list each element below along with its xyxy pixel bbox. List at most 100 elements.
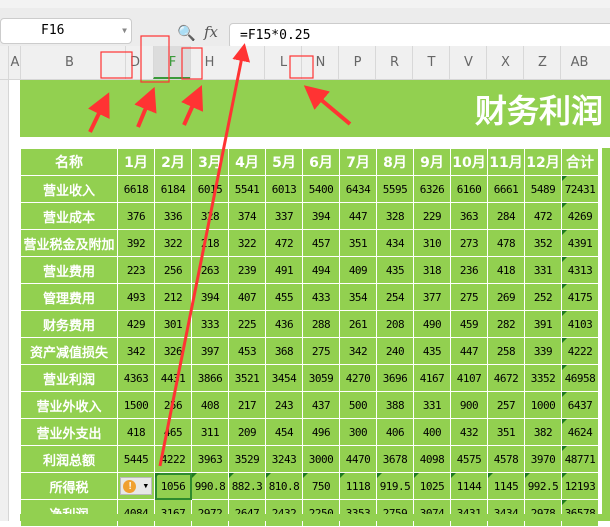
column-header-V[interactable]: V: [449, 46, 487, 79]
column-header[interactable]: 10月: [450, 148, 488, 176]
zoom-search-icon[interactable]: 🔍: [177, 24, 196, 42]
cell[interactable]: 3000: [302, 445, 340, 473]
cell[interactable]: 397: [191, 337, 229, 365]
cell[interactable]: 368: [265, 337, 303, 365]
cell[interactable]: 3167: [154, 499, 192, 527]
column-header[interactable]: 8月: [376, 148, 414, 176]
cell[interactable]: 284: [487, 202, 525, 230]
cell[interactable]: 336: [154, 202, 192, 230]
cell[interactable]: 3970: [524, 445, 562, 473]
cell[interactable]: 1000: [524, 391, 562, 419]
cell[interactable]: 5595: [376, 175, 414, 203]
cell[interactable]: 217: [228, 391, 266, 419]
cell[interactable]: 254: [376, 283, 414, 311]
cell[interactable]: 418: [487, 256, 525, 284]
name-box[interactable]: F16 ▼: [0, 18, 132, 44]
cell[interactable]: 453: [228, 337, 266, 365]
cell[interactable]: 252: [524, 283, 562, 311]
cell[interactable]: 437: [302, 391, 340, 419]
cell[interactable]: 351: [339, 229, 377, 257]
cell[interactable]: 258: [487, 337, 525, 365]
cell[interactable]: 433: [302, 283, 340, 311]
cell[interactable]: 4363: [117, 364, 155, 392]
row-label[interactable]: 营业外支出: [20, 418, 118, 446]
cell[interactable]: 275: [450, 283, 488, 311]
column-header-F[interactable]: F: [153, 46, 191, 79]
cell[interactable]: 225: [228, 310, 266, 338]
row-label[interactable]: 营业税金及附加: [20, 229, 118, 257]
column-header[interactable]: 11月: [487, 148, 525, 176]
cell[interactable]: 478: [487, 229, 525, 257]
column-header[interactable]: 3月: [191, 148, 229, 176]
column-header[interactable]: 1月: [117, 148, 155, 176]
cell[interactable]: 500: [339, 391, 377, 419]
cell[interactable]: 301: [154, 310, 192, 338]
cell[interactable]: 300: [339, 418, 377, 446]
cell[interactable]: 3678: [376, 445, 414, 473]
cell[interactable]: 1118: [339, 472, 377, 500]
cell[interactable]: 4578: [487, 445, 525, 473]
cell[interactable]: 4624: [561, 418, 599, 446]
active-cell[interactable]: 1056: [154, 472, 192, 500]
column-header-R[interactable]: R: [375, 46, 413, 79]
cell[interactable]: 3454: [265, 364, 303, 392]
cell[interactable]: 322: [154, 229, 192, 257]
cell[interactable]: 3529: [228, 445, 266, 473]
cell[interactable]: 376: [117, 202, 155, 230]
cell[interactable]: 331: [413, 391, 451, 419]
cell[interactable]: 257: [487, 391, 525, 419]
column-header-L[interactable]: L: [264, 46, 302, 79]
cell[interactable]: 2432: [265, 499, 303, 527]
cell[interactable]: 394: [191, 283, 229, 311]
cell[interactable]: 4222: [154, 445, 192, 473]
cell[interactable]: 919.5: [376, 472, 414, 500]
column-header[interactable]: 名称: [20, 148, 118, 176]
cell[interactable]: 4431: [154, 364, 192, 392]
cell[interactable]: 322: [228, 229, 266, 257]
cell[interactable]: 394: [302, 202, 340, 230]
row-label[interactable]: 净利润: [20, 499, 118, 527]
cell[interactable]: 326: [154, 337, 192, 365]
cell[interactable]: 240: [376, 337, 414, 365]
cell[interactable]: 900: [450, 391, 488, 419]
row-label[interactable]: 营业外收入: [20, 391, 118, 419]
column-header-P[interactable]: P: [338, 46, 376, 79]
cell[interactable]: 269: [487, 283, 525, 311]
cell[interactable]: 282: [487, 310, 525, 338]
cell[interactable]: 261: [339, 310, 377, 338]
cell[interactable]: 4222: [561, 337, 599, 365]
cell[interactable]: 432: [450, 418, 488, 446]
row-label[interactable]: 营业收入: [20, 175, 118, 203]
column-header-T[interactable]: T: [412, 46, 450, 79]
cell[interactable]: 6434: [339, 175, 377, 203]
cell[interactable]: 494: [302, 256, 340, 284]
column-header-X[interactable]: X: [486, 46, 524, 79]
cell[interactable]: 6661: [487, 175, 525, 203]
cell[interactable]: 3866: [191, 364, 229, 392]
fx-icon[interactable]: fx: [204, 23, 218, 41]
cell[interactable]: 2978: [524, 499, 562, 527]
cell[interactable]: 4269: [561, 202, 599, 230]
cell[interactable]: 493: [117, 283, 155, 311]
column-header[interactable]: 9月: [413, 148, 451, 176]
cell[interactable]: 496: [302, 418, 340, 446]
cell[interactable]: 447: [339, 202, 377, 230]
cell[interactable]: 457: [302, 229, 340, 257]
cell[interactable]: 311: [191, 418, 229, 446]
column-header-H[interactable]: H: [190, 46, 228, 79]
cell[interactable]: 6160: [450, 175, 488, 203]
column-header[interactable]: 5月: [265, 148, 303, 176]
cell[interactable]: 2972: [191, 499, 229, 527]
cell[interactable]: 3696: [376, 364, 414, 392]
cell[interactable]: 459: [450, 310, 488, 338]
row-label[interactable]: 营业利润: [20, 364, 118, 392]
cell[interactable]: 4175: [561, 283, 599, 311]
cell[interactable]: 4167: [413, 364, 451, 392]
cell[interactable]: 1145: [487, 472, 525, 500]
cell[interactable]: 3431: [450, 499, 488, 527]
cell[interactable]: 275: [302, 337, 340, 365]
cell[interactable]: 3074: [413, 499, 451, 527]
cell[interactable]: 4672: [487, 364, 525, 392]
cell[interactable]: 2759: [376, 499, 414, 527]
cell[interactable]: 212: [154, 283, 192, 311]
